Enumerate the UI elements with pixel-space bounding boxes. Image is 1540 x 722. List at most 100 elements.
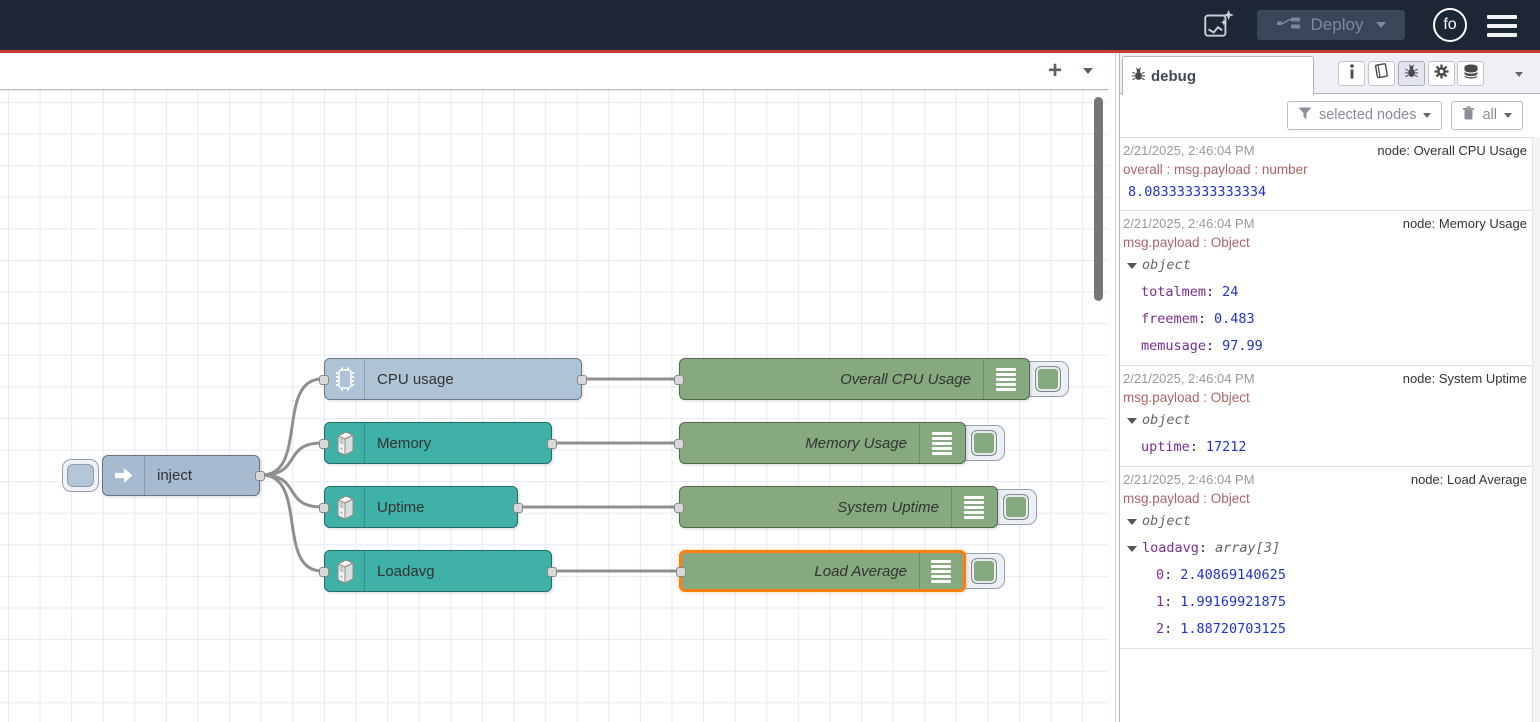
- deploy-chevron-down-icon[interactable]: [1376, 22, 1386, 28]
- cpu-chip-icon: [325, 359, 365, 399]
- debug-toggle-button[interactable]: [1035, 366, 1061, 392]
- message-property: msg.payload : Object: [1123, 489, 1527, 508]
- wire[interactable]: [262, 475, 322, 571]
- node-debug-overall-cpu[interactable]: Overall CPU Usage: [679, 358, 1030, 400]
- debug-toggle-button[interactable]: [971, 430, 997, 456]
- inject-arrow-icon: [103, 456, 145, 495]
- node-output-port[interactable]: [547, 567, 557, 577]
- canvas-grid[interactable]: inject: [0, 90, 1108, 722]
- collapse-caret-icon[interactable]: [1127, 263, 1137, 269]
- tree-row-object[interactable]: object: [1123, 508, 1527, 535]
- message-property: msg.payload : Object: [1123, 233, 1527, 252]
- node-debug-load-average[interactable]: Load Average: [679, 550, 966, 592]
- node-input-port[interactable]: [319, 375, 329, 385]
- node-label: CPU usage: [377, 359, 454, 399]
- node-input-port[interactable]: [674, 439, 684, 449]
- tree-row: 2:1.88720703125: [1123, 616, 1527, 643]
- wire[interactable]: [262, 443, 322, 475]
- canvas-vertical-scrollbar[interactable]: [1094, 97, 1103, 301]
- bug-icon: [1404, 64, 1419, 84]
- debug-toolbar: selected nodes all: [1120, 94, 1532, 136]
- assistant-button[interactable]: [1200, 8, 1236, 44]
- message-node-name[interactable]: node: Load Average: [1411, 470, 1527, 489]
- message-value[interactable]: 8.083333333333334: [1123, 179, 1527, 205]
- message-timestamp: 2/21/2025, 2:46:04 PM: [1123, 214, 1255, 233]
- debug-output-icon: [983, 359, 1029, 399]
- tree-row: 0:2.40869140625: [1123, 562, 1527, 589]
- message-node-name[interactable]: node: Overall CPU Usage: [1377, 141, 1527, 160]
- config-tab-button[interactable]: [1428, 61, 1455, 86]
- flow-list-button[interactable]: [1080, 63, 1096, 79]
- bug-icon: [1131, 67, 1146, 86]
- sidebar-scrollbar-track[interactable]: [1532, 137, 1540, 722]
- hamburger-menu-icon: [1487, 15, 1517, 19]
- deploy-label: Deploy: [1311, 15, 1364, 35]
- node-input-port[interactable]: [319, 503, 329, 513]
- node-loadavg[interactable]: Loadavg: [324, 550, 552, 592]
- debug-toggle-button[interactable]: [1003, 494, 1029, 520]
- debug-message[interactable]: 2/21/2025, 2:46:04 PM node: Load Average…: [1120, 467, 1532, 649]
- deploy-button[interactable]: Deploy: [1257, 10, 1405, 40]
- tree-row-array[interactable]: loadavg:array[3]: [1123, 535, 1527, 562]
- node-memory[interactable]: Memory: [324, 422, 552, 464]
- sidebar-resize-handle[interactable]: [1108, 53, 1120, 722]
- node-inject[interactable]: inject: [102, 455, 260, 496]
- message-node-name[interactable]: node: System Uptime: [1403, 369, 1527, 388]
- debug-clear-button[interactable]: all: [1451, 101, 1523, 130]
- node-input-port[interactable]: [676, 567, 686, 577]
- node-debug-memory-usage[interactable]: Memory Usage: [679, 422, 966, 464]
- debug-tab-button[interactable]: [1398, 61, 1425, 86]
- collapse-caret-icon[interactable]: [1127, 418, 1137, 424]
- user-avatar[interactable]: fo: [1433, 8, 1467, 42]
- node-debug-system-uptime[interactable]: System Uptime: [679, 486, 998, 528]
- collapse-caret-icon[interactable]: [1127, 519, 1137, 525]
- debug-sidebar: debug: [1120, 53, 1540, 722]
- sidebar-tabs-menu-button[interactable]: [1510, 67, 1528, 81]
- node-input-port[interactable]: [674, 375, 684, 385]
- node-label: Uptime: [377, 487, 425, 527]
- message-timestamp: 2/21/2025, 2:46:04 PM: [1123, 470, 1255, 489]
- node-output-port[interactable]: [577, 375, 587, 385]
- wires-layer: [0, 90, 1108, 722]
- inject-trigger-button[interactable]: [62, 459, 99, 492]
- wire[interactable]: [262, 475, 322, 507]
- database-icon: [1463, 64, 1479, 84]
- add-flow-button[interactable]: +: [1040, 56, 1070, 86]
- gear-icon: [1434, 64, 1449, 84]
- tab-debug-label: debug: [1151, 68, 1196, 85]
- trash-icon: [1462, 106, 1475, 124]
- context-tab-button[interactable]: [1457, 61, 1484, 86]
- debug-toggle-button[interactable]: [971, 558, 997, 584]
- debug-message[interactable]: 2/21/2025, 2:46:04 PM node: Memory Usage…: [1120, 211, 1532, 366]
- main-menu-button[interactable]: [1487, 15, 1517, 37]
- flow-sparkle-icon: [1201, 7, 1235, 46]
- wire[interactable]: [262, 379, 322, 475]
- help-tab-button[interactable]: [1368, 61, 1395, 86]
- sidebar-tabbar: debug: [1120, 53, 1540, 94]
- debug-filter-button[interactable]: selected nodes: [1287, 101, 1443, 130]
- node-input-port[interactable]: [319, 567, 329, 577]
- filter-funnel-icon: [1298, 107, 1312, 124]
- tree-row-object[interactable]: object: [1123, 252, 1527, 279]
- tree-row-object[interactable]: object: [1123, 407, 1527, 434]
- message-property: overall : msg.payload : number: [1123, 160, 1527, 179]
- debug-message[interactable]: 2/21/2025, 2:46:04 PM node: Overall CPU …: [1120, 138, 1532, 211]
- flow-canvas[interactable]: +: [0, 53, 1108, 722]
- tree-row: totalmem:24: [1123, 279, 1527, 306]
- node-output-port[interactable]: [255, 471, 265, 481]
- deploy-icon: [1276, 15, 1302, 36]
- message-node-name[interactable]: node: Memory Usage: [1403, 214, 1527, 233]
- node-output-port[interactable]: [513, 503, 523, 513]
- node-output-port[interactable]: [547, 439, 557, 449]
- computer-tower-icon: [325, 423, 365, 463]
- node-uptime[interactable]: Uptime: [324, 486, 518, 528]
- message-timestamp: 2/21/2025, 2:46:04 PM: [1123, 141, 1255, 160]
- tab-debug[interactable]: debug: [1122, 56, 1314, 95]
- node-input-port[interactable]: [674, 503, 684, 513]
- info-tab-button[interactable]: [1338, 61, 1365, 86]
- debug-message[interactable]: 2/21/2025, 2:46:04 PM node: System Uptim…: [1120, 366, 1532, 467]
- debug-message-list[interactable]: 2/21/2025, 2:46:04 PM node: Overall CPU …: [1120, 137, 1532, 722]
- collapse-caret-icon[interactable]: [1127, 546, 1137, 552]
- node-input-port[interactable]: [319, 439, 329, 449]
- node-cpu-usage[interactable]: CPU usage: [324, 358, 582, 400]
